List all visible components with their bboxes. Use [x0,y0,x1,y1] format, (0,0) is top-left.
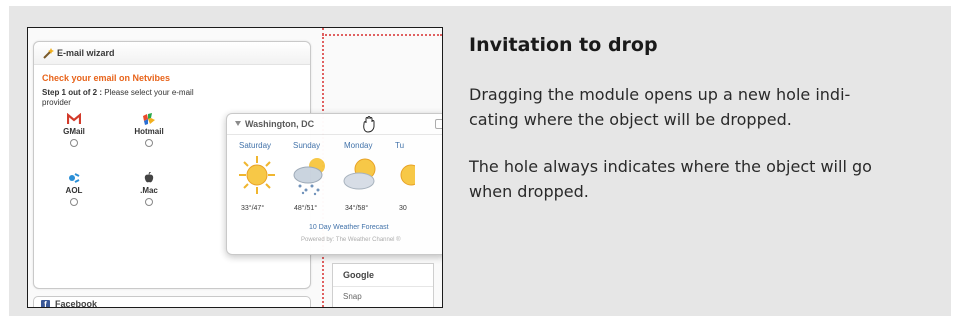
weather-module-dragging[interactable]: Washington, DC Saturday Sunday Monday Tu [226,113,442,255]
module-drag-screenshot: E-mail wizard Check your email on Netvib… [27,27,443,308]
google-module-divider [333,286,433,287]
facebook-module: f Facebook [33,296,311,307]
paragraph-hole-indicates: The hole always indicates where the obje… [469,154,947,204]
provider-label: Hotmail [134,127,164,136]
google-module-title[interactable]: Google [343,270,374,280]
hotmail-radio[interactable] [145,139,153,147]
gmail-icon [67,113,81,124]
mac-radio[interactable] [145,198,153,206]
provider-mac[interactable]: .Mac [123,172,175,206]
provider-aol[interactable]: AOL [48,172,100,206]
hotmail-icon [143,113,155,125]
forecast-link[interactable]: 10 Day Weather Forecast [309,224,389,231]
step-label: Step 1 out of 2 : [42,88,102,97]
aol-radio[interactable] [70,198,78,206]
section-title: Invitation to drop [469,34,658,56]
paragraph-drag-hole: Dragging the module opens up a new hole … [469,82,947,132]
paragraph-line: The hole always indicates where the obje… [469,157,872,176]
powered-by-text: Powered by: The Weather Channel ® [301,237,401,243]
weather-temp: 34°/58° [345,205,369,212]
provider-label: GMail [63,127,85,136]
paragraph-line: when dropped. [469,182,589,201]
facebook-icon: f [41,300,50,307]
google-module: Google Snap [332,263,434,307]
paragraph-line: cating where the object will be dropped. [469,110,792,129]
step-instruction-2: provider [42,98,71,107]
weather-temp: 48°/51° [294,205,318,212]
weather-temp: 30 [399,205,407,212]
partial-weather-icon [400,164,415,186]
aol-icon [69,173,80,183]
step-instruction: Please select your e-mail [102,88,194,97]
gmail-radio[interactable] [70,139,78,147]
apple-icon [144,172,154,183]
provider-label: AOL [65,186,83,195]
weather-day: Monday [344,141,373,150]
collapse-triangle-icon[interactable] [235,121,241,126]
figure-panel: E-mail wizard Check your email on Netvib… [9,6,951,316]
provider-gmail[interactable]: GMail [48,113,100,147]
weather-location: Washington, DC [245,119,315,129]
google-snap-tab[interactable]: Snap [343,292,362,301]
paragraph-line: Dragging the module opens up a new hole … [469,85,851,104]
weather-day: Tu [395,141,405,150]
email-wizard-header[interactable]: E-mail wizard [34,42,310,65]
grab-hand-cursor-icon [363,116,375,133]
provider-label: .Mac [140,186,158,195]
provider-hotmail[interactable]: Hotmail [123,113,175,147]
email-wizard-step-text: Step 1 out of 2 : Please select your e-m… [42,88,272,108]
weather-temp: 33°/47° [241,205,265,212]
email-wizard-title: E-mail wizard [57,48,115,58]
magic-wand-icon [43,48,54,59]
partly-cloudy-icon [343,158,376,190]
snow-cloud-icon [293,158,325,196]
weather-module-header[interactable]: Washington, DC [227,114,442,135]
weather-day: Saturday [239,141,272,150]
sun-icon [239,156,275,194]
weather-day: Sunday [293,141,321,150]
facebook-module-title[interactable]: Facebook [55,299,97,307]
drop-hole-top-border [322,34,442,36]
close-icon[interactable] [435,119,442,129]
email-wizard-headline: Check your email on Netvibes [42,73,171,83]
